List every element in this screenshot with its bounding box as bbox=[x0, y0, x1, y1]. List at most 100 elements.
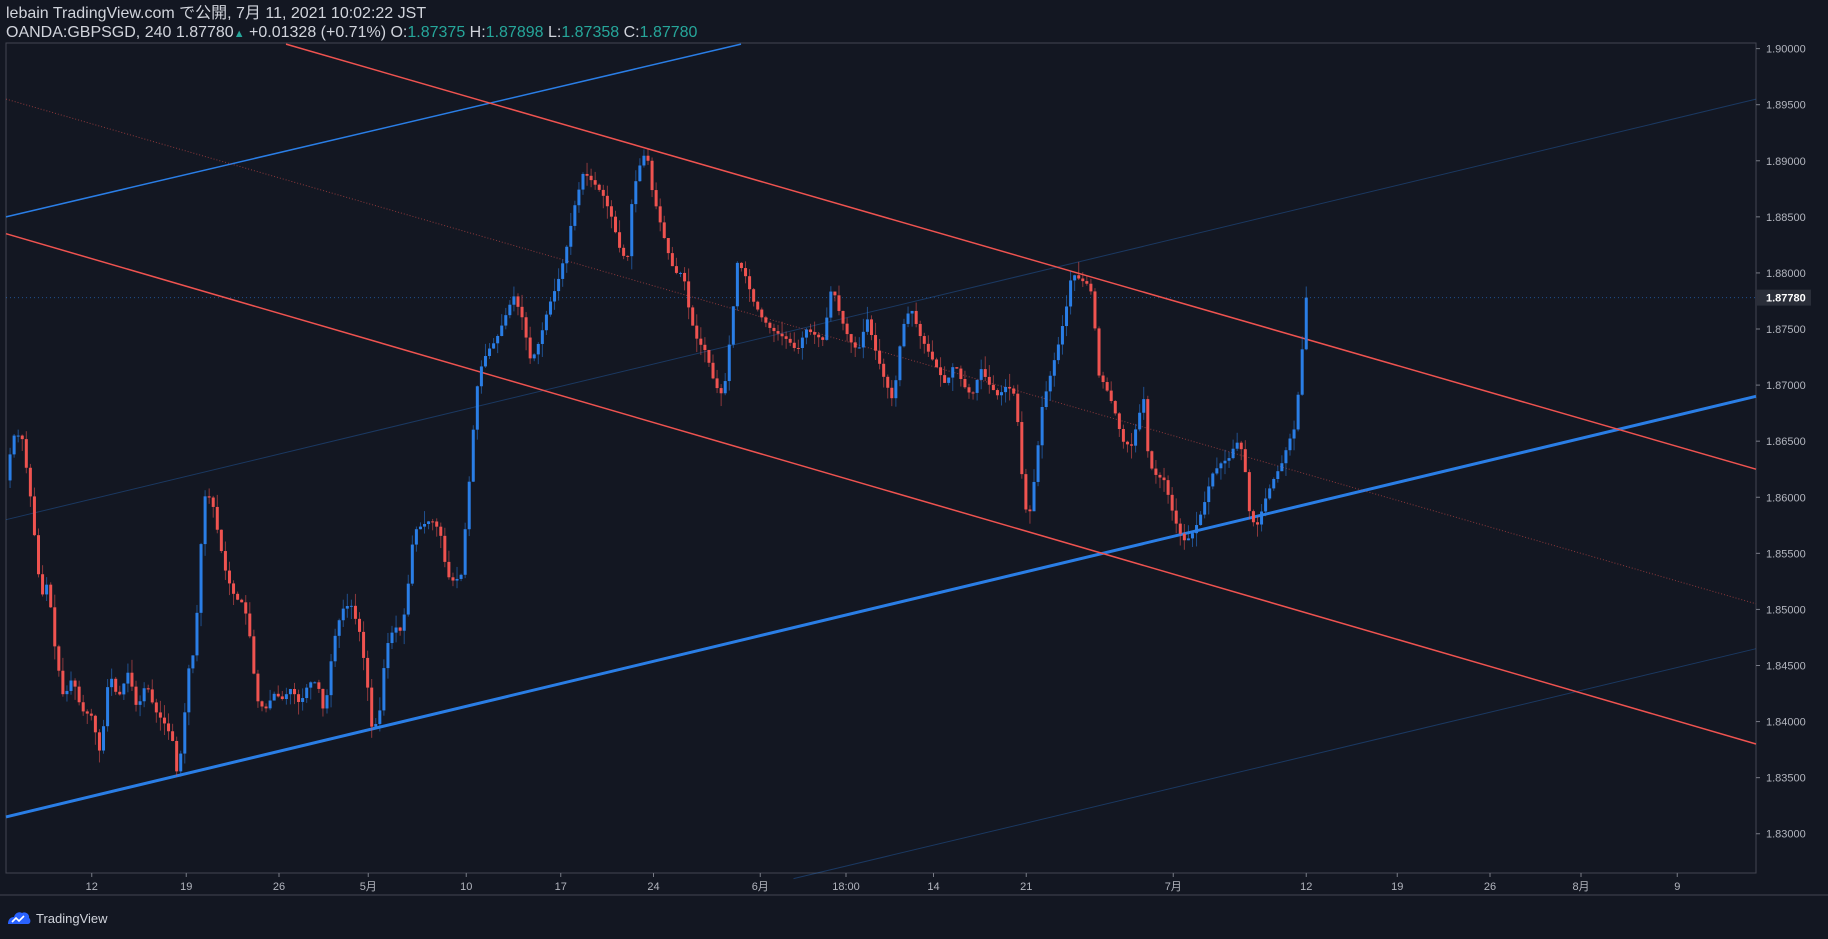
candle-body bbox=[402, 614, 406, 631]
candle-body bbox=[622, 247, 626, 256]
candle bbox=[1268, 484, 1272, 501]
candle bbox=[313, 681, 317, 684]
candle-body bbox=[955, 367, 959, 369]
red-trend-upper[interactable] bbox=[285, 43, 1757, 470]
candle bbox=[93, 714, 97, 745]
candle-body bbox=[809, 329, 813, 333]
candle bbox=[244, 595, 248, 625]
candle-body bbox=[244, 602, 248, 614]
candle-body bbox=[288, 688, 292, 695]
price-axis[interactable]: 1.83000 1.83500 1.84000 1.84500 1.85000 1.855… bbox=[1756, 44, 1811, 841]
candle-body bbox=[1296, 394, 1300, 430]
candle bbox=[1304, 286, 1308, 351]
candle-body bbox=[886, 376, 890, 388]
candle-body bbox=[8, 454, 12, 481]
candle bbox=[520, 294, 524, 331]
candle-body bbox=[1142, 399, 1146, 413]
time-axis[interactable]: 12 19 26 5月 10 17 24 6月 18:00 14 21 7月 12 19 26 8月 9 bbox=[86, 873, 1681, 893]
candle-body bbox=[73, 680, 77, 687]
candle-body bbox=[1056, 344, 1060, 361]
candle bbox=[1223, 449, 1227, 475]
candle-body bbox=[744, 268, 748, 277]
candle bbox=[260, 700, 264, 712]
candle bbox=[32, 487, 36, 537]
candle bbox=[492, 338, 496, 349]
trendline-layer[interactable] bbox=[5, 43, 1757, 880]
candle-body bbox=[20, 435, 24, 440]
candle-body bbox=[53, 607, 57, 647]
candle-body bbox=[410, 544, 414, 584]
candle-body bbox=[634, 181, 638, 205]
candle bbox=[630, 199, 634, 270]
candle-body bbox=[516, 296, 520, 307]
candle-body bbox=[500, 325, 504, 336]
candle bbox=[711, 354, 715, 380]
candle-body bbox=[512, 296, 516, 305]
candle bbox=[613, 210, 617, 234]
blue-trend-faint-mid[interactable] bbox=[5, 98, 1757, 521]
candle-body bbox=[1211, 473, 1215, 487]
candle-body bbox=[313, 682, 317, 684]
candle bbox=[1260, 504, 1264, 532]
candle bbox=[211, 495, 215, 518]
candle bbox=[910, 310, 914, 327]
candle-body bbox=[431, 521, 435, 523]
candle bbox=[1251, 509, 1255, 527]
candle-body bbox=[882, 363, 886, 377]
candle bbox=[618, 220, 622, 253]
candle-body bbox=[573, 205, 577, 226]
candle-body bbox=[1008, 386, 1012, 389]
candle bbox=[1150, 450, 1154, 471]
candle bbox=[837, 285, 841, 316]
candle-body bbox=[1097, 328, 1101, 376]
candle bbox=[748, 269, 752, 302]
blue-trend-faint-low[interactable] bbox=[793, 648, 1757, 880]
candle-body bbox=[524, 317, 528, 338]
time-tick-label: 10 bbox=[460, 881, 472, 893]
blue-trend-lower[interactable] bbox=[5, 394, 1757, 819]
candle-body bbox=[906, 313, 910, 324]
candle-body bbox=[394, 627, 398, 633]
candle-body bbox=[1060, 326, 1064, 345]
candle-body bbox=[1158, 474, 1162, 478]
candle-body bbox=[471, 429, 475, 482]
candle-body bbox=[1138, 412, 1142, 430]
price-tick-label: 1.86000 bbox=[1766, 492, 1806, 504]
candle bbox=[983, 356, 987, 382]
candle-body bbox=[463, 529, 467, 575]
red-trend-lower[interactable] bbox=[5, 232, 1757, 745]
candle bbox=[69, 671, 73, 695]
candle-body bbox=[179, 753, 183, 772]
candle-body bbox=[93, 715, 97, 733]
candle bbox=[776, 324, 780, 341]
price-tick-label: 1.84000 bbox=[1766, 717, 1806, 729]
candle-body bbox=[1024, 474, 1028, 510]
candle bbox=[1036, 441, 1040, 487]
candle-body bbox=[191, 655, 195, 669]
candle-body bbox=[764, 317, 768, 323]
candle bbox=[1052, 352, 1056, 387]
candle-body bbox=[175, 740, 179, 772]
candle-body bbox=[158, 712, 162, 718]
candle bbox=[321, 688, 325, 717]
price-chart[interactable]: 1.83000 1.83500 1.84000 1.84500 1.85000 1.855… bbox=[0, 0, 1828, 939]
time-tick-label: 12 bbox=[86, 881, 98, 893]
candle-body bbox=[1089, 283, 1093, 292]
candle bbox=[707, 349, 711, 367]
candle bbox=[1284, 447, 1288, 476]
candle-body bbox=[687, 281, 691, 308]
footer-branding[interactable]: TradingView bbox=[6, 910, 108, 926]
candle bbox=[305, 684, 309, 703]
candle bbox=[735, 261, 739, 311]
candle-body bbox=[804, 329, 808, 338]
candle-body bbox=[1044, 391, 1048, 408]
candle-body bbox=[1020, 422, 1024, 475]
candle bbox=[496, 334, 500, 354]
last-price-badge-label: 1.87780 bbox=[1766, 293, 1806, 305]
candle-body bbox=[1264, 498, 1268, 512]
candle bbox=[45, 577, 49, 601]
time-tick-label: 19 bbox=[180, 881, 192, 893]
candle bbox=[248, 602, 252, 639]
candle-body bbox=[601, 189, 605, 196]
candle-body bbox=[1231, 448, 1235, 459]
